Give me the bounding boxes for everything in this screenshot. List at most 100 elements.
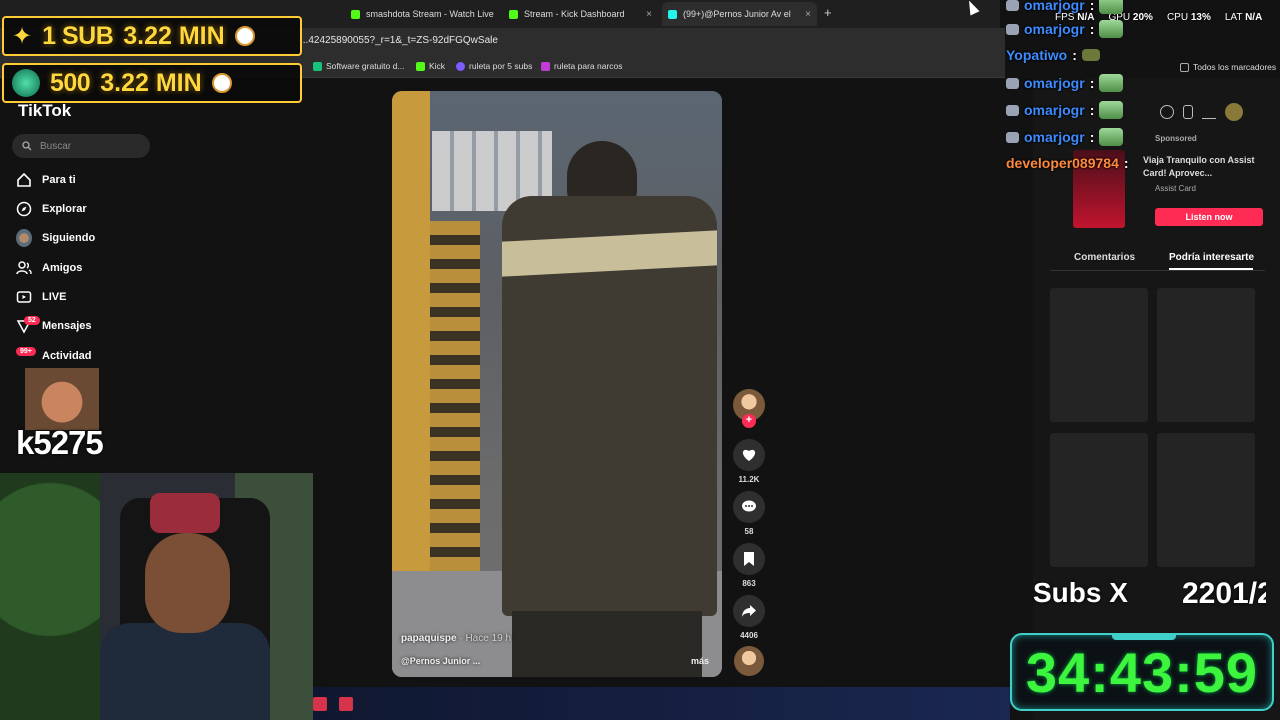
suggested-video[interactable]: [1157, 288, 1255, 422]
sidebar-item-label: Para ti: [42, 174, 76, 186]
stat-value: 13%: [1190, 12, 1211, 23]
sponsored-label: Sponsored: [1155, 134, 1197, 143]
taskbar: [313, 687, 1010, 720]
comment-button[interactable]: 58: [733, 491, 765, 536]
tab-label: (99+)@Pernos Junior Av el: [683, 9, 791, 19]
chat-message: omarjogr:: [1006, 74, 1124, 92]
chat-message: omarjogr:: [1006, 0, 1124, 14]
chat-colon: :: [1089, 129, 1095, 145]
bookmark-item[interactable]: Software gratuito d...: [313, 61, 404, 71]
profile-icon[interactable]: [1225, 103, 1243, 121]
bookmark-icon: [313, 61, 322, 71]
sidebar-item-label: Siguiendo: [42, 232, 96, 244]
following-avatar: [16, 229, 32, 247]
sidebar-item-para-ti[interactable]: Para ti: [16, 172, 76, 188]
live-icon: [16, 289, 32, 305]
search-placeholder: Buscar: [40, 140, 72, 152]
download-icon[interactable]: [1202, 105, 1216, 119]
clock-icon: [234, 26, 255, 46]
tab-comentarios[interactable]: Comentarios: [1074, 252, 1135, 263]
sidebar-item-explorar[interactable]: Explorar: [16, 201, 87, 217]
sidebar-item-amigos[interactable]: Amigos: [16, 260, 82, 276]
close-icon[interactable]: ×: [646, 9, 652, 20]
chat-username: omarjogr: [1024, 75, 1085, 91]
more-link[interactable]: más: [691, 656, 709, 666]
bookmark-icon: [733, 543, 765, 575]
ad-source: Assist Card: [1155, 184, 1196, 193]
video-rack-shelves: [430, 221, 480, 621]
suggested-video[interactable]: [1050, 433, 1148, 567]
chat-message: developer089784:: [1006, 155, 1129, 171]
share-button[interactable]: 4406: [733, 595, 765, 640]
user-badge-icon: [1006, 23, 1019, 35]
tiktok-icon: [668, 9, 677, 19]
bookmark-label: Kick: [429, 61, 446, 71]
bookmark-item[interactable]: Kick: [416, 61, 445, 71]
subs-x-value: 2201/2: [1182, 577, 1266, 610]
star-icon: ✦: [12, 22, 33, 50]
tab-kick-dashboard[interactable]: Stream - Kick Dashboard ×: [503, 4, 658, 24]
activity-badge: 99+: [16, 347, 36, 356]
user-badge-icon: [1006, 104, 1019, 116]
settings-icon[interactable]: [1160, 105, 1174, 119]
like-button[interactable]: 11.2K: [733, 439, 765, 484]
ad-title[interactable]: Viaja Tranquilo con Assist Card! Aprovec…: [1143, 154, 1265, 180]
sidebar-item-label: Explorar: [42, 203, 87, 215]
suggested-video[interactable]: [1050, 288, 1148, 422]
video-author[interactable]: papaquispe · Hace 19 h: [401, 633, 511, 644]
search-input[interactable]: Buscar: [12, 134, 150, 158]
tab-podria-interesarte[interactable]: Podría interesarte: [1169, 252, 1254, 263]
webcam-feed: [0, 473, 313, 720]
music-disc-icon: [734, 646, 764, 676]
all-bookmarks[interactable]: Todos los marcadores: [1180, 62, 1276, 72]
device-icon[interactable]: [1183, 105, 1193, 119]
stat-value: 20%: [1132, 12, 1153, 23]
home-icon: [16, 172, 32, 188]
new-tab-button[interactable]: +: [824, 5, 832, 20]
video-person-pants: [512, 611, 702, 677]
sidebar-item-label: Mensajes: [42, 320, 92, 332]
chat-username: omarjogr: [1024, 102, 1085, 118]
emote-icon: [1099, 74, 1124, 92]
chat-message: Yopatiwo:: [1006, 47, 1100, 63]
sidebar-item-siguiendo[interactable]: Siguiendo: [16, 229, 96, 247]
video-player[interactable]: papaquispe · Hace 19 h @Pernos Junior ..…: [392, 91, 722, 677]
chat-colon: :: [1072, 47, 1077, 63]
suggested-video[interactable]: [1157, 433, 1255, 567]
gift-goal-label: 500: [50, 68, 91, 97]
sidebar-item-label: Amigos: [42, 262, 83, 274]
stat-label: CPU: [1166, 12, 1189, 23]
comment-count: 58: [744, 527, 754, 536]
listen-now-button[interactable]: Listen now: [1155, 208, 1263, 226]
sub-goal-label: 1 SUB: [42, 21, 114, 50]
chat-message: omarjogr:: [1006, 20, 1124, 38]
chat-colon: :: [1089, 21, 1095, 37]
chat-username: omarjogr: [1024, 129, 1085, 145]
url-text: ...42425890055?_r=1&_t=ZS-92dFGQwSale: [300, 35, 498, 46]
active-tab-indicator: [1169, 268, 1253, 270]
stat-label: LAT: [1224, 12, 1243, 23]
kick-icon: [351, 9, 360, 19]
like-count: 11.2K: [738, 475, 760, 484]
app-icon[interactable]: [339, 697, 353, 711]
bookmark-label: ruleta para narcos: [554, 61, 623, 71]
streamer-head: [145, 533, 230, 633]
app-icon[interactable]: [313, 697, 327, 711]
save-button[interactable]: 863: [733, 543, 765, 588]
chat-colon: :: [1089, 75, 1095, 91]
folder-icon: [1180, 62, 1189, 72]
tab-tiktok[interactable]: (99+)@Pernos Junior Av el ×: [662, 2, 817, 26]
follow-button[interactable]: +: [742, 414, 756, 428]
tab-kick-stream[interactable]: smashdota Stream - Watch Live ×: [345, 4, 500, 24]
close-icon[interactable]: ×: [805, 9, 811, 20]
bookmark-item[interactable]: ruleta por 5 subs: [456, 61, 532, 71]
timer-cap: [1112, 634, 1176, 640]
tiktok-logo[interactable]: TikTok: [18, 101, 71, 121]
bookmark-item[interactable]: ruleta para narcos: [541, 61, 623, 71]
share-icon: [733, 595, 765, 627]
tab-label: Stream - Kick Dashboard: [524, 9, 625, 19]
video-sound[interactable]: @Pernos Junior ...: [401, 656, 480, 666]
sidebar-item-live[interactable]: LIVE: [16, 289, 66, 305]
sound-disc[interactable]: [733, 646, 765, 676]
chat-username: developer089784: [1006, 155, 1119, 171]
